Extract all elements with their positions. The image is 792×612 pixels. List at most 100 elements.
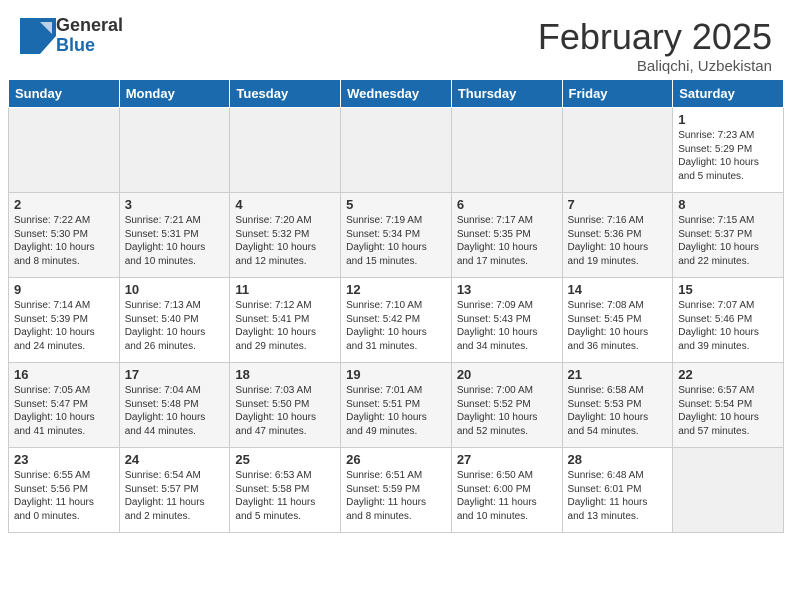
header-saturday: Saturday [673, 80, 784, 108]
calendar-cell: 27 Sunrise: 6:50 AM Sunset: 6:00 PM Dayli… [451, 448, 562, 533]
location: Baliqchi, Uzbekistan [538, 58, 772, 75]
day-number: 11 [235, 282, 335, 297]
calendar-cell: 4 Sunrise: 7:20 AM Sunset: 5:32 PM Daylig… [230, 193, 341, 278]
day-info: Sunrise: 7:10 AM Sunset: 5:42 PM Dayligh… [346, 299, 446, 353]
calendar-body: 1 Sunrise: 7:23 AM Sunset: 5:29 PM Daylig… [9, 108, 784, 533]
day-info: Sunrise: 7:21 AM Sunset: 5:31 PM Dayligh… [125, 214, 225, 268]
calendar-cell [673, 448, 784, 533]
header-monday: Monday [119, 80, 230, 108]
day-info: Sunrise: 7:13 AM Sunset: 5:40 PM Dayligh… [125, 299, 225, 353]
day-info: Sunrise: 7:17 AM Sunset: 5:35 PM Dayligh… [457, 214, 557, 268]
calendar-cell: 6 Sunrise: 7:17 AM Sunset: 5:35 PM Daylig… [451, 193, 562, 278]
calendar-cell: 3 Sunrise: 7:21 AM Sunset: 5:31 PM Daylig… [119, 193, 230, 278]
calendar-cell: 8 Sunrise: 7:15 AM Sunset: 5:37 PM Daylig… [673, 193, 784, 278]
month-title: February 2025 [538, 16, 772, 58]
day-info: Sunrise: 7:08 AM Sunset: 5:45 PM Dayligh… [568, 299, 668, 353]
day-number: 2 [14, 197, 114, 212]
title-block: February 2025 Baliqchi, Uzbekistan [538, 16, 772, 75]
logo-general: General [56, 16, 123, 36]
day-number: 20 [457, 367, 557, 382]
day-info: Sunrise: 7:12 AM Sunset: 5:41 PM Dayligh… [235, 299, 335, 353]
day-number: 10 [125, 282, 225, 297]
day-number: 14 [568, 282, 668, 297]
day-info: Sunrise: 7:03 AM Sunset: 5:50 PM Dayligh… [235, 384, 335, 438]
day-info: Sunrise: 7:01 AM Sunset: 5:51 PM Dayligh… [346, 384, 446, 438]
calendar-cell: 12 Sunrise: 7:10 AM Sunset: 5:42 PM Dayli… [341, 278, 452, 363]
logo-icon [20, 18, 56, 54]
logo: General Blue [20, 16, 123, 56]
calendar-cell: 1 Sunrise: 7:23 AM Sunset: 5:29 PM Daylig… [673, 108, 784, 193]
calendar-cell: 13 Sunrise: 7:09 AM Sunset: 5:43 PM Dayli… [451, 278, 562, 363]
day-info: Sunrise: 7:14 AM Sunset: 5:39 PM Dayligh… [14, 299, 114, 353]
day-number: 7 [568, 197, 668, 212]
calendar-cell: 2 Sunrise: 7:22 AM Sunset: 5:30 PM Daylig… [9, 193, 120, 278]
day-info: Sunrise: 6:54 AM Sunset: 5:57 PM Dayligh… [125, 469, 225, 523]
day-number: 4 [235, 197, 335, 212]
calendar-header: Sunday Monday Tuesday Wednesday Thursday… [9, 80, 784, 108]
day-number: 27 [457, 452, 557, 467]
day-info: Sunrise: 6:53 AM Sunset: 5:58 PM Dayligh… [235, 469, 335, 523]
calendar-cell: 15 Sunrise: 7:07 AM Sunset: 5:46 PM Dayli… [673, 278, 784, 363]
header-friday: Friday [562, 80, 673, 108]
calendar-table: Sunday Monday Tuesday Wednesday Thursday… [8, 79, 784, 533]
day-number: 26 [346, 452, 446, 467]
calendar-cell [562, 108, 673, 193]
calendar-cell: 14 Sunrise: 7:08 AM Sunset: 5:45 PM Dayli… [562, 278, 673, 363]
day-number: 5 [346, 197, 446, 212]
header-thursday: Thursday [451, 80, 562, 108]
day-number: 16 [14, 367, 114, 382]
day-info: Sunrise: 6:48 AM Sunset: 6:01 PM Dayligh… [568, 469, 668, 523]
day-number: 21 [568, 367, 668, 382]
day-number: 8 [678, 197, 778, 212]
calendar-cell [230, 108, 341, 193]
day-number: 6 [457, 197, 557, 212]
day-number: 13 [457, 282, 557, 297]
calendar-cell: 7 Sunrise: 7:16 AM Sunset: 5:36 PM Daylig… [562, 193, 673, 278]
day-info: Sunrise: 7:20 AM Sunset: 5:32 PM Dayligh… [235, 214, 335, 268]
calendar-cell: 17Sunrise: 7:04 AM Sunset: 5:48 PM Dayli… [119, 363, 230, 448]
day-number: 15 [678, 282, 778, 297]
calendar-cell: 24 Sunrise: 6:54 AM Sunset: 5:57 PM Dayli… [119, 448, 230, 533]
day-info: Sunrise: 7:22 AM Sunset: 5:30 PM Dayligh… [14, 214, 114, 268]
calendar-cell: 16 Sunrise: 7:05 AM Sunset: 5:47 PM Dayli… [9, 363, 120, 448]
header-tuesday: Tuesday [230, 80, 341, 108]
calendar-cell: 18 Sunrise: 7:03 AM Sunset: 5:50 PM Dayli… [230, 363, 341, 448]
day-info: Sunrise: 6:55 AM Sunset: 5:56 PM Dayligh… [14, 469, 114, 523]
calendar-cell: 11 Sunrise: 7:12 AM Sunset: 5:41 PM Dayli… [230, 278, 341, 363]
calendar-cell: 21 Sunrise: 6:58 AM Sunset: 5:53 PM Dayli… [562, 363, 673, 448]
day-number: 24 [125, 452, 225, 467]
calendar-cell [9, 108, 120, 193]
calendar-cell: 5 Sunrise: 7:19 AM Sunset: 5:34 PM Daylig… [341, 193, 452, 278]
day-info: Sunrise: 6:51 AM Sunset: 5:59 PM Dayligh… [346, 469, 446, 523]
day-info: Sunrise: 7:05 AM Sunset: 5:47 PM Dayligh… [14, 384, 114, 438]
day-info: Sunrise: 7:16 AM Sunset: 5:36 PM Dayligh… [568, 214, 668, 268]
day-number: 25 [235, 452, 335, 467]
logo-text: General Blue [56, 16, 123, 56]
day-info: Sunrise: 7:23 AM Sunset: 5:29 PM Dayligh… [678, 129, 778, 183]
day-info: Sunrise: 6:50 AM Sunset: 6:00 PM Dayligh… [457, 469, 557, 523]
day-info: Sunrise: 7:15 AM Sunset: 5:37 PM Dayligh… [678, 214, 778, 268]
day-info: Sunrise: 7:09 AM Sunset: 5:43 PM Dayligh… [457, 299, 557, 353]
day-info: Sunrise: 6:58 AM Sunset: 5:53 PM Dayligh… [568, 384, 668, 438]
calendar-cell: 26 Sunrise: 6:51 AM Sunset: 5:59 PM Dayli… [341, 448, 452, 533]
calendar-cell [341, 108, 452, 193]
logo-blue: Blue [56, 36, 123, 56]
day-number: 1 [678, 112, 778, 127]
day-number: 23 [14, 452, 114, 467]
calendar-cell: 23 Sunrise: 6:55 AM Sunset: 5:56 PM Dayli… [9, 448, 120, 533]
day-number: 18 [235, 367, 335, 382]
calendar-cell [119, 108, 230, 193]
day-number: 12 [346, 282, 446, 297]
day-info: Sunrise: 7:19 AM Sunset: 5:34 PM Dayligh… [346, 214, 446, 268]
page-header: General Blue February 2025 Baliqchi, Uzb… [0, 0, 792, 79]
day-info: Sunrise: 7:07 AM Sunset: 5:46 PM Dayligh… [678, 299, 778, 353]
calendar-cell: 19 Sunrise: 7:01 AM Sunset: 5:51 PM Dayli… [341, 363, 452, 448]
calendar-cell: 10 Sunrise: 7:13 AM Sunset: 5:40 PM Dayli… [119, 278, 230, 363]
day-info: Sunrise: 6:57 AM Sunset: 5:54 PM Dayligh… [678, 384, 778, 438]
calendar-cell: 22Sunrise: 6:57 AM Sunset: 5:54 PM Dayli… [673, 363, 784, 448]
header-sunday: Sunday [9, 80, 120, 108]
calendar-cell [451, 108, 562, 193]
day-number: 19 [346, 367, 446, 382]
day-number: 3 [125, 197, 225, 212]
header-wednesday: Wednesday [341, 80, 452, 108]
